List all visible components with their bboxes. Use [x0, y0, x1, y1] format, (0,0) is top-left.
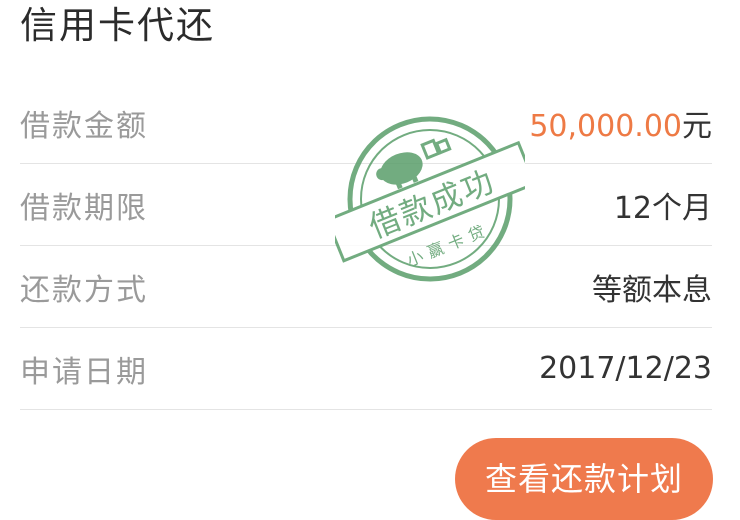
- term-label: 借款期限: [20, 190, 148, 226]
- date-value: 2017/12/23: [539, 351, 712, 386]
- view-repayment-plan-button[interactable]: 查看还款计划: [455, 438, 713, 520]
- method-label: 还款方式: [20, 272, 148, 308]
- detail-row-term: 借款期限 12个月: [20, 164, 712, 246]
- method-value: 等额本息: [592, 272, 712, 308]
- loan-details: 借款金额 50,000.00元 借款期限 12个月 还款方式 等额本息 申请日期…: [20, 82, 712, 410]
- date-label: 申请日期: [20, 354, 148, 390]
- amount-value: 50,000.00元: [529, 101, 712, 145]
- detail-row-date: 申请日期 2017/12/23: [20, 328, 712, 410]
- detail-row-amount: 借款金额 50,000.00元: [20, 82, 712, 164]
- amount-number: 50,000.00: [529, 108, 682, 144]
- amount-unit: 元: [682, 108, 712, 144]
- page-title: 信用卡代还: [20, 4, 215, 47]
- term-value: 12个月: [613, 190, 712, 226]
- detail-row-method: 还款方式 等额本息: [20, 246, 712, 328]
- amount-label: 借款金额: [20, 108, 148, 144]
